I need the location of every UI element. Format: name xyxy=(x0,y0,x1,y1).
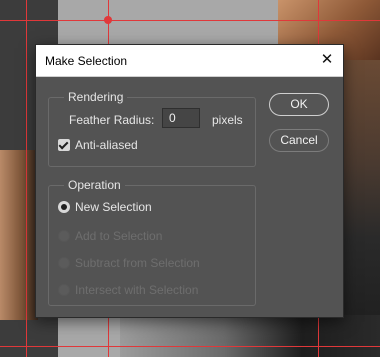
rendering-legend: Rendering xyxy=(64,89,128,105)
feather-unit-label: pixels xyxy=(212,113,243,127)
path-line xyxy=(26,0,27,357)
photo-region xyxy=(120,315,380,357)
new-selection-radio[interactable] xyxy=(58,201,70,213)
feather-radius-label: Feather Radius: xyxy=(69,113,155,127)
close-icon[interactable]: ✕ xyxy=(317,50,337,70)
intersect-with-selection-label: Intersect with Selection xyxy=(75,283,199,297)
ok-button[interactable]: OK xyxy=(269,93,329,116)
photo-region xyxy=(0,150,38,320)
radio-dot-icon xyxy=(61,204,67,210)
anti-aliased-checkbox[interactable] xyxy=(58,139,70,151)
add-to-selection-label: Add to Selection xyxy=(75,229,163,243)
new-selection-label[interactable]: New Selection xyxy=(75,200,152,214)
operation-group: Operation New Selection Add to Selection… xyxy=(48,177,256,306)
feather-radius-input[interactable] xyxy=(162,108,200,128)
path-line xyxy=(0,20,380,21)
anti-aliased-label[interactable]: Anti-aliased xyxy=(75,138,138,152)
add-to-selection-radio xyxy=(58,230,70,242)
checkmark-icon xyxy=(58,139,69,150)
intersect-with-selection-radio xyxy=(58,284,70,296)
make-selection-dialog: Make Selection ✕ Rendering Feather Radiu… xyxy=(35,44,344,318)
path-line xyxy=(0,346,380,347)
path-anchor-point[interactable] xyxy=(104,16,112,24)
dialog-title: Make Selection xyxy=(45,54,128,68)
cancel-button[interactable]: Cancel xyxy=(269,129,329,152)
dialog-titlebar[interactable]: Make Selection ✕ xyxy=(36,45,343,77)
subtract-from-selection-radio xyxy=(58,257,70,269)
subtract-from-selection-label: Subtract from Selection xyxy=(75,256,200,270)
operation-legend: Operation xyxy=(64,177,125,193)
rendering-group: Rendering Feather Radius: pixels Anti-al… xyxy=(48,89,256,167)
